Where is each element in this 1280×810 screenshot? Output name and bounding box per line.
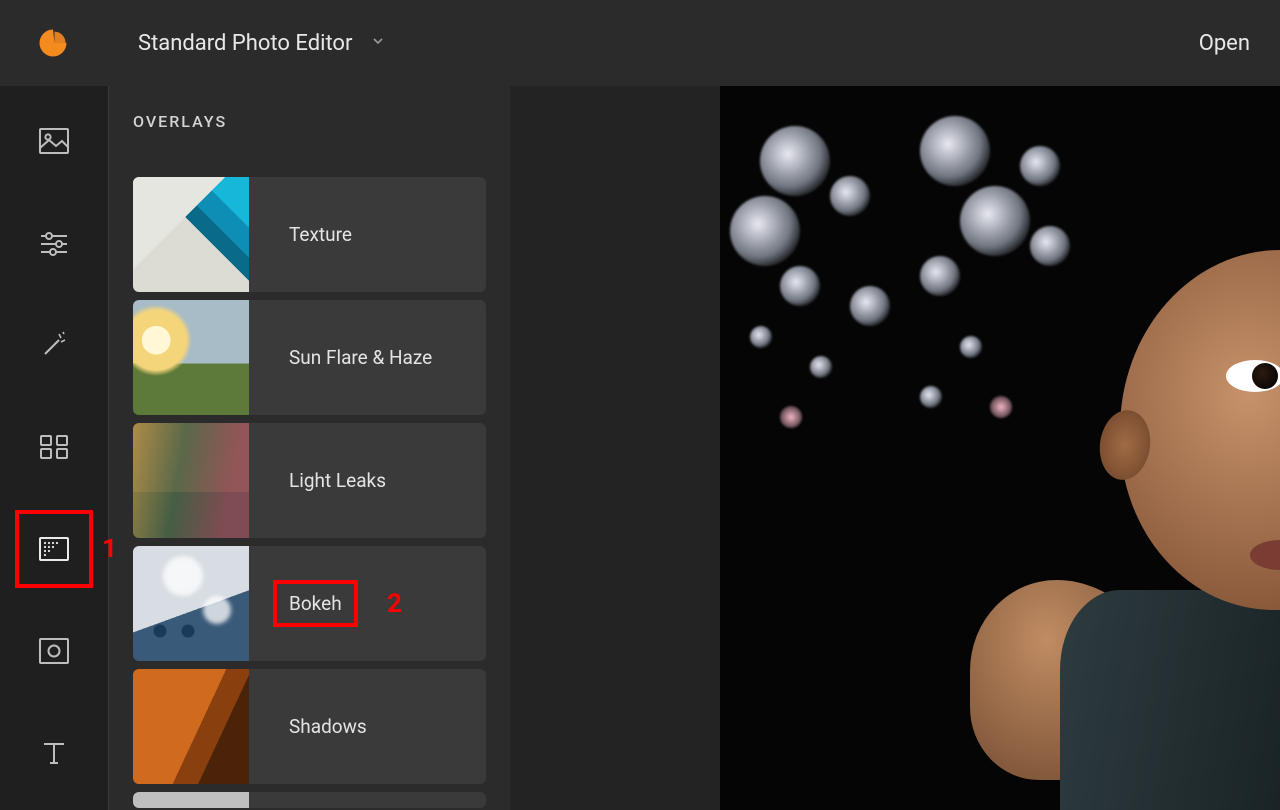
- overlay-thumb: [133, 792, 249, 808]
- tool-rail: 1: [0, 86, 108, 810]
- overlay-thumb: [133, 669, 249, 784]
- canvas-image[interactable]: [720, 86, 1280, 810]
- overlay-list: Texture Sun Flare & Haze Light Leaks Bok…: [133, 177, 486, 808]
- overlay-thumb: [133, 546, 249, 661]
- annotation-1: 1: [102, 534, 117, 564]
- open-button[interactable]: Open: [1199, 31, 1250, 56]
- overlay-label: Shadows: [279, 709, 377, 744]
- overlay-label: Sun Flare & Haze: [279, 340, 442, 375]
- overlay-item-bokeh[interactable]: Bokeh 2: [133, 546, 486, 661]
- overlay-item-lightleaks[interactable]: Light Leaks: [133, 423, 486, 538]
- grid-icon[interactable]: [37, 430, 71, 464]
- overlay-label: Bokeh: [279, 586, 352, 621]
- app-logo: [38, 28, 68, 58]
- chevron-down-icon: [370, 33, 386, 53]
- app-title-text: Standard Photo Editor: [138, 31, 352, 56]
- annotation-2: 2: [387, 589, 402, 619]
- magic-wand-icon[interactable]: [37, 328, 71, 362]
- overlays-panel: OVERLAYS Texture Sun Flare & Haze Light …: [108, 86, 510, 810]
- overlay-label: Light Leaks: [279, 463, 396, 498]
- overlay-item-sunflare[interactable]: Sun Flare & Haze: [133, 300, 486, 415]
- app-title-dropdown[interactable]: Standard Photo Editor: [138, 31, 386, 56]
- panel-title: OVERLAYS: [133, 112, 486, 131]
- overlay-item-texture[interactable]: Texture: [133, 177, 486, 292]
- text-icon[interactable]: [37, 736, 71, 770]
- overlay-thumb: [133, 423, 249, 538]
- vignette-icon[interactable]: [37, 634, 71, 668]
- overlay-item-more[interactable]: [133, 792, 486, 808]
- overlay-label: Texture: [279, 217, 362, 252]
- topbar: Standard Photo Editor Open: [0, 0, 1280, 86]
- canvas-area: [510, 86, 1280, 810]
- image-icon[interactable]: [37, 124, 71, 158]
- overlay-item-shadows[interactable]: Shadows: [133, 669, 486, 784]
- overlay-thumb: [133, 300, 249, 415]
- overlays-icon[interactable]: 1: [37, 532, 71, 566]
- photo-subject: [960, 210, 1280, 810]
- overlay-thumb: [133, 177, 249, 292]
- sliders-icon[interactable]: [37, 226, 71, 260]
